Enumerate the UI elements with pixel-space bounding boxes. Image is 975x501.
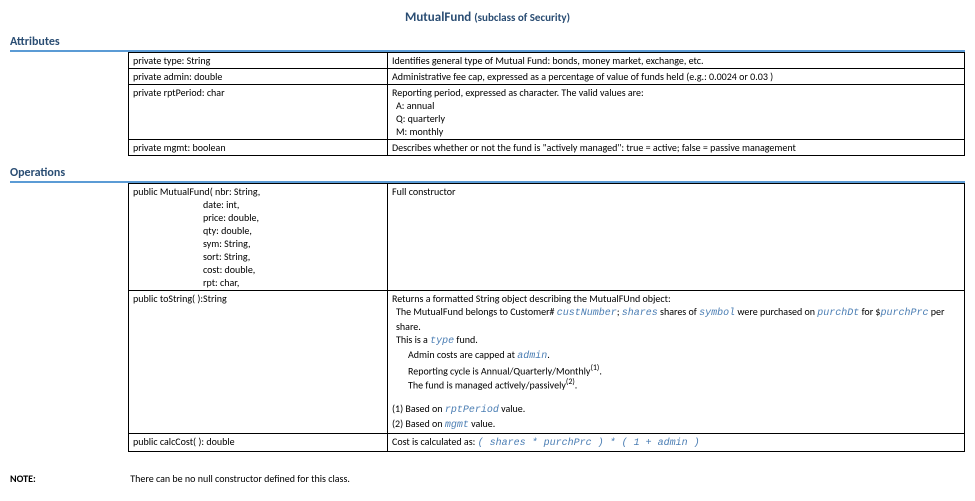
title-main: MutualFund	[405, 10, 471, 25]
table-row: private type: String Identifies general …	[129, 53, 965, 69]
op-sig: public MutualFund( nbr: String, date: in…	[129, 184, 388, 291]
table-row: public toString( ):String Returns a form…	[129, 291, 965, 434]
class-title: MutualFund (subclass of Security)	[10, 10, 965, 25]
attr-sig: private mgmt: boolean	[129, 140, 388, 156]
note-label: NOTE:	[10, 472, 128, 485]
attr-desc: Identifies general type of Mutual Fund: …	[388, 53, 965, 69]
op-sig: public toString( ):String	[129, 291, 388, 434]
op-desc: Cost is calculated as: ( shares * purchP…	[388, 433, 965, 451]
op-desc: Returns a formatted String object descri…	[388, 291, 965, 434]
table-row: private admin: double Administrative fee…	[129, 69, 965, 85]
table-row: public calcCost( ): double Cost is calcu…	[129, 433, 965, 451]
attr-sig: private rptPeriod: char	[129, 85, 388, 140]
attr-sig: private admin: double	[129, 69, 388, 85]
attr-sig: private type: String	[129, 53, 388, 69]
attr-desc: Describes whether or not the fund is "ac…	[388, 140, 965, 156]
attributes-table: private type: String Identifies general …	[128, 52, 965, 156]
op-sig: public calcCost( ): double	[129, 433, 388, 451]
attributes-header: Attributes	[10, 35, 965, 52]
note-row: NOTE: There can be no null constructor d…	[10, 472, 965, 485]
attr-desc: Administrative fee cap, expressed as a p…	[388, 69, 965, 85]
table-row: private rptPeriod: char Reporting period…	[129, 85, 965, 140]
operations-table: public MutualFund( nbr: String, date: in…	[128, 183, 965, 452]
operations-header: Operations	[10, 166, 965, 183]
table-row: public MutualFund( nbr: String, date: in…	[129, 184, 965, 291]
title-sub: (subclass of Security)	[474, 11, 570, 24]
op-desc: Full constructor	[388, 184, 965, 291]
attr-desc: Reporting period, expressed as character…	[388, 85, 965, 140]
table-row: private mgmt: boolean Describes whether …	[129, 140, 965, 156]
note-text: There can be no null constructor defined…	[130, 472, 350, 485]
